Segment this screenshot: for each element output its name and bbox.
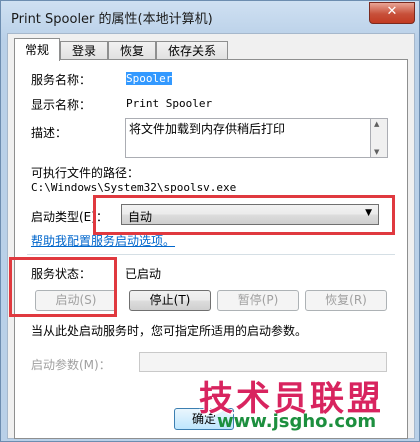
resume-button[interactable]: 恢复(R)	[305, 290, 387, 311]
startup-type-label: 启动类型(E)：	[31, 210, 108, 224]
service-status-value: 已启动	[125, 267, 162, 281]
description-field[interactable]: 将文件加载到内存供稍后打印	[125, 118, 371, 158]
scroll-down-icon[interactable]: ▼	[374, 148, 379, 156]
exe-path-label: 可执行文件的路径：	[31, 166, 140, 180]
separator	[27, 254, 395, 255]
stop-button[interactable]: 停止(T)	[129, 290, 211, 311]
help-configure-link[interactable]: 帮助我配置服务启动选项。	[31, 232, 175, 249]
pause-button[interactable]: 暂停(P)	[217, 290, 299, 311]
dropdown-arrow-icon: ▼	[365, 208, 372, 218]
window-title: Print Spooler 的属性(本地计算机)	[11, 12, 213, 27]
display-name-value[interactable]: Print Spooler	[126, 97, 212, 110]
tab-logon[interactable]: 登录	[60, 41, 108, 59]
start-button[interactable]: 启动(S)	[35, 290, 117, 311]
start-params-hint: 当从此处启动服务时，您可指定所适用的启动参数。	[31, 324, 308, 338]
tab-recovery[interactable]: 恢复	[108, 41, 156, 59]
service-name-label: 服务名称：	[31, 73, 92, 87]
tab-dependencies[interactable]: 依存关系	[156, 41, 228, 59]
startup-type-value: 自动	[128, 210, 153, 224]
properties-window: Print Spooler 的属性(本地计算机) ✕ 常规 登录 恢复 依存关系…	[0, 0, 420, 442]
startup-type-select[interactable]: 自动 ▼	[121, 204, 379, 225]
description-label: 描述：	[31, 126, 68, 140]
title-bar[interactable]: Print Spooler 的属性(本地计算机) ✕	[1, 1, 420, 33]
start-params-label: 启动参数(M)：	[31, 358, 111, 372]
close-button[interactable]: ✕	[369, 2, 415, 24]
scroll-up-icon[interactable]: ▲	[374, 120, 379, 128]
start-params-input[interactable]	[139, 352, 387, 372]
service-name-value[interactable]: Spooler	[126, 72, 173, 85]
description-text: 将文件加载到内存供稍后打印	[129, 122, 286, 136]
exe-path-value[interactable]: C:\Windows\System32\spoolsv.exe	[31, 181, 236, 194]
watermark-url: www.jsgho.com	[217, 411, 377, 432]
display-name-label: 显示名称：	[31, 98, 92, 112]
description-scrollbar[interactable]: ▲ ▼	[371, 118, 388, 158]
service-status-label: 服务状态：	[31, 267, 92, 281]
tab-general[interactable]: 常规	[14, 38, 60, 61]
